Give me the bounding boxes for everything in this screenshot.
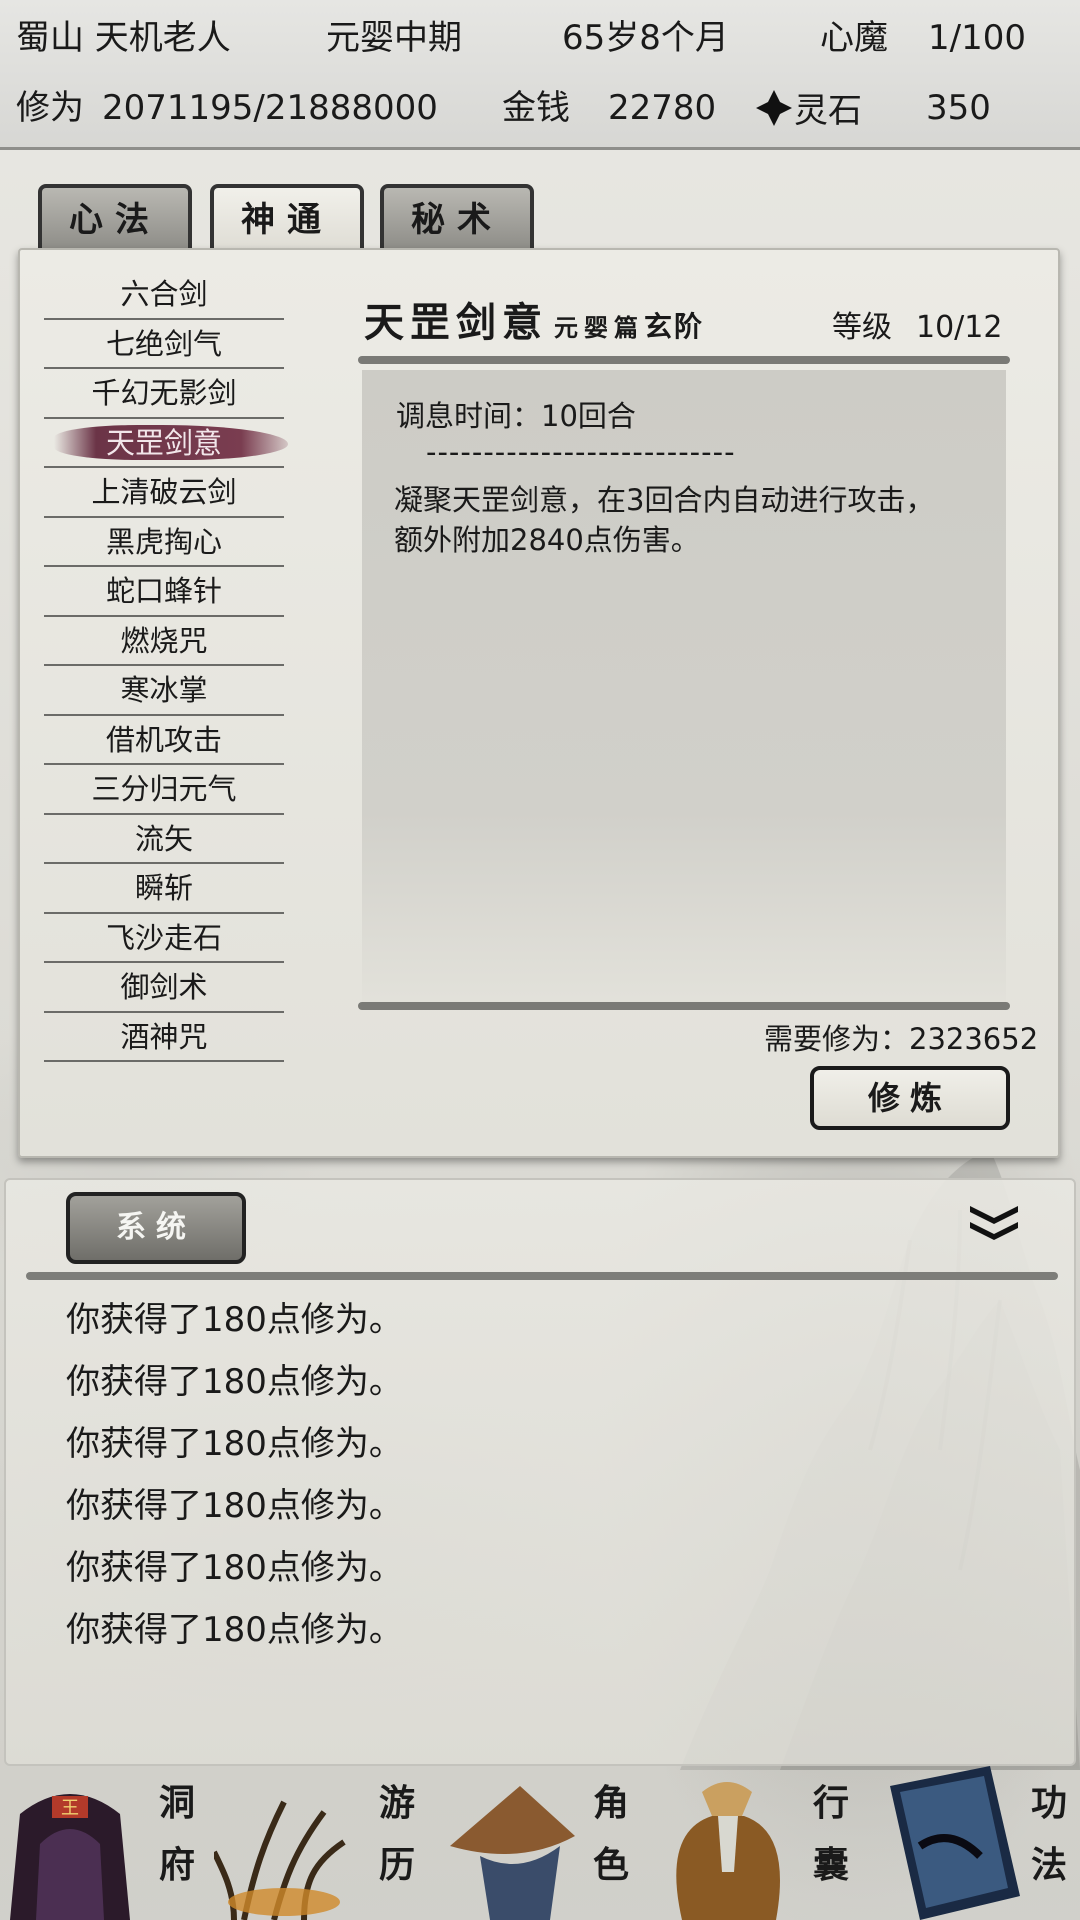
skill-list-item[interactable]: 流矢 [44, 815, 284, 864]
heart-demon-value: 1/100 [928, 18, 1026, 58]
nav-character-label-1: 角 [592, 1782, 629, 1824]
spirit-stone-label: 灵石 [794, 91, 862, 131]
spirit-stone-icon [756, 90, 792, 126]
skill-list-item[interactable]: 三分归元气 [44, 765, 284, 815]
skill-list-item[interactable]: 上清破云剑 [44, 468, 284, 518]
log-line: 你获得了180点修为。 [66, 1300, 403, 1340]
collapse-chevron-icon[interactable] [966, 1202, 1022, 1242]
spirit-stone-value: 350 [926, 88, 991, 128]
message-log: 系统 你获得了180点修为。 你获得了180点修为。 你获得了180点修为。 你… [4, 1178, 1076, 1766]
divider-bottom [358, 1002, 1010, 1010]
skill-panel: 六合剑 七绝剑气 千幻无影剑 天罡剑意 上清破云剑 黑虎掏心 蛇口蜂针 燃烧咒 … [18, 248, 1060, 1158]
skill-list-item[interactable]: 燃烧咒 [44, 617, 284, 666]
log-line: 你获得了180点修为。 [66, 1548, 403, 1588]
money-label: 金钱 [502, 88, 570, 128]
cultivation-value: 2071195/21888000 [102, 88, 438, 128]
skill-list-item[interactable]: 千幻无影剑 [44, 369, 284, 419]
skill-list-item[interactable]: 黑虎掏心 [44, 518, 284, 567]
svg-text:王: 王 [61, 1798, 79, 1819]
cooldown-text: 调息时间：10回合 [396, 399, 636, 433]
straw-hat-character-icon [450, 1786, 575, 1920]
skill-list-item[interactable]: 酒神咒 [44, 1013, 284, 1062]
age-text: 65岁8个月 [562, 18, 729, 58]
skill-chapter: 元婴篇 [554, 313, 644, 342]
tab-divine-power[interactable]: 神通 [210, 184, 364, 252]
grass-icon [214, 1800, 346, 1920]
level-value: 10/12 [916, 310, 1003, 345]
nav-skills-label-1: 功 [1030, 1782, 1067, 1824]
nav-bag-label-1: 行 [812, 1782, 849, 1824]
spirit-stone: 灵石 [754, 88, 862, 131]
skill-level: 等级 10/12 [832, 302, 1002, 346]
skill-description-box: 调息时间：10回合 --------------------------- 凝聚… [362, 370, 1006, 1002]
tab-system[interactable]: 系统 [66, 1192, 246, 1264]
nav-cave-label-2: 府 [158, 1844, 195, 1886]
log-line: 你获得了180点修为。 [66, 1486, 403, 1526]
divider-top [358, 356, 1010, 364]
skill-list-item[interactable]: 御剑术 [44, 963, 284, 1013]
required-cultivation: 需要修为：2323652 [764, 1022, 1039, 1056]
cave-gate-icon: 王 [10, 1794, 130, 1920]
description-line-2: 额外附加2840点伤害。 [394, 523, 700, 557]
level-label: 等级 [832, 310, 892, 345]
cultivate-button[interactable]: 修炼 [810, 1066, 1010, 1130]
sect-and-name: 蜀山 天机老人 [16, 18, 231, 58]
log-line: 你获得了180点修为。 [66, 1424, 403, 1464]
bottom-nav: 王 洞 府 游 历 角 色 行 囊 功 法 [0, 1766, 1080, 1920]
skill-list: 六合剑 七绝剑气 千幻无影剑 天罡剑意 上清破云剑 黑虎掏心 蛇口蜂针 燃烧咒 … [44, 270, 288, 1062]
money-value: 22780 [608, 88, 717, 128]
nav-skills-label-2: 法 [1030, 1844, 1067, 1886]
skill-list-item[interactable]: 寒冰掌 [44, 666, 284, 716]
skill-list-item[interactable]: 飞沙走石 [44, 914, 284, 963]
status-header: 蜀山 天机老人 元婴中期 65岁8个月 心魔 1/100 修为 2071195/… [0, 0, 1080, 150]
nav-cave-label-1: 洞 [158, 1782, 195, 1824]
cloth-bag-icon [676, 1782, 780, 1920]
log-divider [26, 1272, 1058, 1280]
skill-title: 天罡剑意 元婴篇玄阶 [364, 290, 704, 348]
skill-list-item[interactable]: 六合剑 [44, 270, 284, 320]
skill-rank: 玄阶 [644, 310, 705, 343]
skill-list-item[interactable]: 借机攻击 [44, 716, 284, 765]
realm-text: 元婴中期 [326, 18, 462, 58]
nav-travel-label-2: 历 [378, 1844, 415, 1886]
skill-list-item[interactable]: 七绝剑气 [44, 320, 284, 369]
nav-bag-label-2: 囊 [812, 1844, 849, 1886]
book-icon [890, 1766, 1020, 1920]
tab-secret-art[interactable]: 秘术 [380, 184, 534, 252]
cultivation-label: 修为 [16, 88, 84, 128]
nav-character-label-2: 色 [592, 1844, 629, 1886]
separator-line: --------------------------- [426, 435, 736, 469]
skill-list-item[interactable]: 瞬斩 [44, 864, 284, 914]
log-line: 你获得了180点修为。 [66, 1610, 403, 1650]
heart-demon-label: 心魔 [820, 18, 888, 58]
skill-list-item-selected[interactable]: 天罡剑意 [44, 419, 288, 468]
skill-name: 天罡剑意 [364, 299, 548, 346]
skill-list-item[interactable]: 蛇口蜂针 [44, 567, 284, 617]
tab-mind-method[interactable]: 心法 [38, 184, 192, 252]
nav-travel-label-1: 游 [378, 1782, 415, 1824]
log-line: 你获得了180点修为。 [66, 1362, 403, 1402]
description-line-1: 凝聚天罡剑意，在3回合内自动进行攻击， [394, 483, 935, 517]
